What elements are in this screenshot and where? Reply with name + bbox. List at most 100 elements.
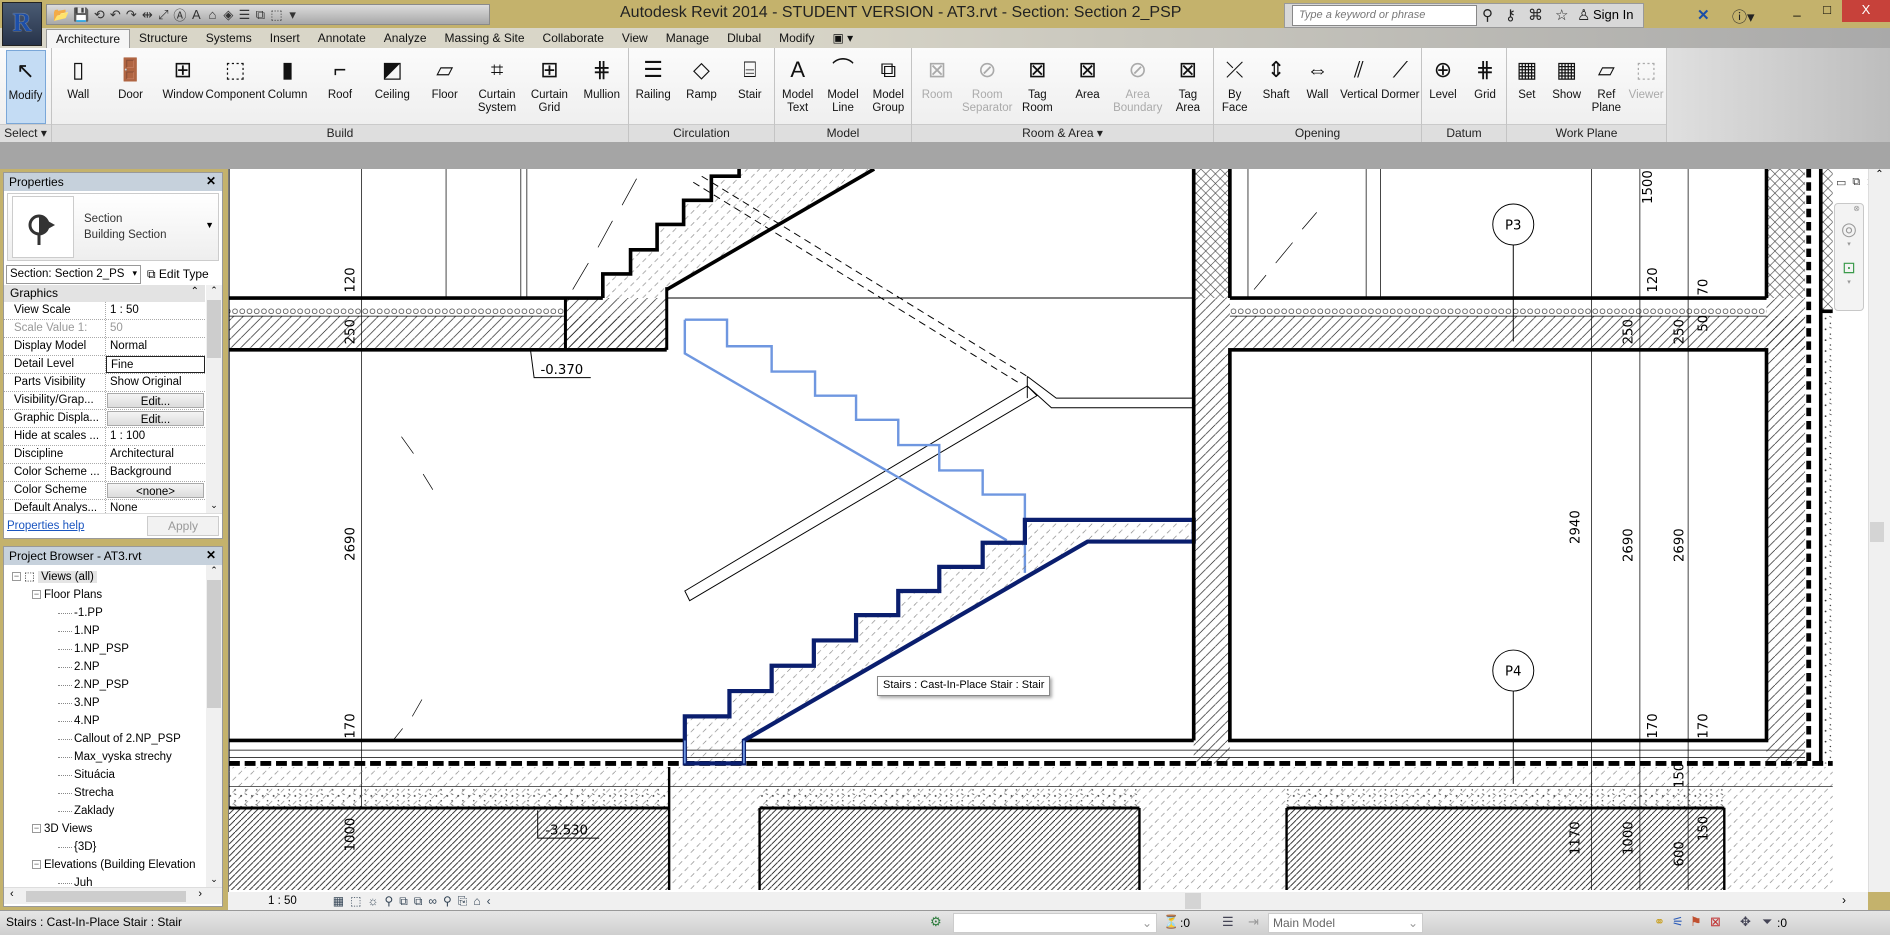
browser-item[interactable]: {3D} xyxy=(4,838,222,856)
sign-in-button[interactable]: Sign In xyxy=(1593,7,1633,22)
type-selector[interactable]: Section Building Section ▼ xyxy=(7,193,219,261)
properties-scrollbar[interactable]: ⌃ ⌄ xyxy=(206,285,222,513)
browser-item[interactable]: 1.NP_PSP xyxy=(4,640,222,658)
canvas-horizontal-scrollbar[interactable]: › xyxy=(640,892,1868,910)
workset-dropdown[interactable]: ⌄ xyxy=(953,913,1157,933)
railing-button[interactable]: ☰ Railing xyxy=(631,50,675,124)
quick-access-icon[interactable]: ↷ xyxy=(125,7,137,23)
key-icon[interactable]: ⚷ xyxy=(1505,6,1516,24)
tab-view[interactable]: View xyxy=(613,29,657,48)
show-button[interactable]: ▦ Show xyxy=(1547,50,1587,124)
quick-access-icon[interactable]: Ⓐ xyxy=(173,5,186,24)
dimension[interactable]: 2940 xyxy=(1569,510,1584,544)
panel-label[interactable]: Room & Area ▾ xyxy=(912,124,1213,142)
restore-view-icon[interactable]: ⧉ xyxy=(1852,176,1860,189)
exclude-options-icon[interactable]: ⇥ xyxy=(1248,914,1259,930)
property-value[interactable]: None xyxy=(106,500,205,513)
collapse-icon[interactable]: − xyxy=(32,590,41,600)
dimension[interactable]: 170 xyxy=(1646,713,1661,738)
collapse-icon[interactable]: − xyxy=(32,860,41,870)
design-option-dropdown[interactable]: Main Model ⌄ xyxy=(1268,913,1423,933)
apply-button[interactable]: Apply xyxy=(147,515,219,536)
view-control-icon[interactable]: ⚲ xyxy=(443,894,452,908)
property-value[interactable]: Architectural xyxy=(106,446,205,463)
level-button[interactable]: ⊕ Level xyxy=(1422,50,1464,124)
stair-button[interactable]: ⌸ Stair xyxy=(728,50,772,124)
quick-access-icon[interactable]: ⬚ xyxy=(270,7,282,23)
edit-type-button[interactable]: ⧉ Edit Type xyxy=(147,267,209,282)
quick-access-icon[interactable]: ⤢ xyxy=(157,7,169,23)
dormer-button[interactable]: ⟋ Dormer xyxy=(1380,50,1421,124)
by-face-button[interactable]: ⤫ By Face xyxy=(1214,50,1255,124)
dimension[interactable]: 2690 xyxy=(343,527,358,561)
level-tag-upper[interactable]: -0.370 xyxy=(540,363,583,378)
dimension[interactable]: 2690 xyxy=(1672,528,1687,562)
browser-item[interactable]: 1.NP xyxy=(4,622,222,640)
minimize-view-icon[interactable]: ▭ xyxy=(1836,176,1846,189)
view-control-icon[interactable]: ∞ xyxy=(428,894,437,908)
tab-analyze[interactable]: Analyze xyxy=(375,29,436,48)
tab-dlubal[interactable]: Dlubal xyxy=(718,29,770,48)
group-graphics[interactable]: Graphics ⌃ xyxy=(4,285,205,302)
component-button[interactable]: ⬚ Component xyxy=(206,50,265,124)
wall-button[interactable]: ▯ Wall xyxy=(56,50,100,124)
property-value[interactable]: Background xyxy=(106,464,205,481)
dimension[interactable]: 120 xyxy=(343,267,358,292)
browser-item[interactable]: − Floor Plans xyxy=(4,586,222,604)
select-pinned-icon[interactable]: ⚑ xyxy=(1690,914,1702,930)
tab-modify[interactable]: Modify xyxy=(770,29,823,48)
property-value[interactable]: Show Original xyxy=(106,374,205,391)
door-button[interactable]: 🚪 Door xyxy=(109,50,153,124)
quick-access-icon[interactable]: ⧉ xyxy=(254,7,266,23)
tab-annotate[interactable]: Annotate xyxy=(309,29,375,48)
application-menu-button[interactable]: R xyxy=(2,2,42,46)
view-scale[interactable]: 1 : 50 xyxy=(268,895,297,907)
tag-area-button[interactable]: ⊠ Tag Area xyxy=(1166,50,1210,124)
column-button[interactable]: ▮ Column xyxy=(266,50,310,124)
browser-item[interactable]: Callout of 2.NP_PSP xyxy=(4,730,222,748)
tab-systems[interactable]: Systems xyxy=(197,29,261,48)
dimension[interactable]: 2690 xyxy=(1622,528,1637,562)
dimension[interactable]: 1500 xyxy=(1641,170,1656,204)
tab-manage[interactable]: Manage xyxy=(657,29,718,48)
select-underlay-icon[interactable]: ⚟ xyxy=(1672,914,1684,930)
tab-collaborate[interactable]: Collaborate xyxy=(534,29,613,48)
view-control-icon[interactable]: ⌂ xyxy=(473,894,480,908)
select-by-face-icon[interactable]: ⊠ xyxy=(1710,914,1721,930)
tag-room-button[interactable]: ⊠ Tag Room xyxy=(1015,50,1059,124)
vertical-button[interactable]: ⫽ Vertical xyxy=(1338,50,1379,124)
dimension[interactable]: 120 xyxy=(1646,267,1661,292)
instance-filter-dropdown[interactable]: Section: Section 2_PS ▾ xyxy=(6,264,141,284)
satellite-icon[interactable]: ⌘ xyxy=(1528,6,1543,24)
quick-access-icon[interactable]: 📂 xyxy=(53,7,69,23)
browser-item[interactable]: −3D Views xyxy=(4,820,222,838)
panel-label[interactable]: Select ▾ xyxy=(0,124,51,142)
worksets-icon[interactable]: ⚙ xyxy=(930,914,942,930)
property-value[interactable]: 1 : 50 xyxy=(106,302,205,319)
star-icon[interactable]: ☆ xyxy=(1555,6,1568,24)
browser-item[interactable]: Juh xyxy=(4,874,222,887)
view-control-icon[interactable]: ⧉ xyxy=(399,894,408,909)
dimension[interactable]: 600 xyxy=(1672,841,1687,866)
search-input[interactable]: Type a keyword or phrase xyxy=(1292,5,1477,26)
collapse-icon[interactable]: − xyxy=(12,572,21,582)
model-group-button[interactable]: ⧉ Model Group xyxy=(866,50,910,124)
design-options-icon[interactable]: ☰ xyxy=(1222,914,1234,930)
maximize-button[interactable]: □ xyxy=(1812,0,1842,22)
binoculars-icon[interactable]: ⚲ xyxy=(1482,6,1493,24)
view-control-icon[interactable]: ☼ xyxy=(367,894,378,908)
browser-item[interactable]: -1.PP xyxy=(4,604,222,622)
close-icon[interactable]: ⊗ xyxy=(1835,204,1863,213)
property-edit-button[interactable]: Edit... xyxy=(107,393,204,408)
view-control-icon[interactable]: ⎘ xyxy=(458,894,468,909)
area-button[interactable]: ⊠ Area xyxy=(1066,50,1110,124)
dimension[interactable]: 250 xyxy=(1622,319,1637,344)
wall-button[interactable]: ⇔ Wall xyxy=(1297,50,1338,124)
quick-access-icon[interactable]: A xyxy=(190,7,202,22)
property-value[interactable]: 1 : 100 xyxy=(106,428,205,445)
view-control-icon[interactable]: ‹ xyxy=(487,894,491,908)
close-icon[interactable]: ✕ xyxy=(206,174,216,188)
horizontal-scroll-thumb[interactable] xyxy=(1185,893,1201,909)
view-control-icon[interactable]: ⚲ xyxy=(384,894,393,908)
room-button[interactable]: ⊠ Room xyxy=(915,50,959,124)
